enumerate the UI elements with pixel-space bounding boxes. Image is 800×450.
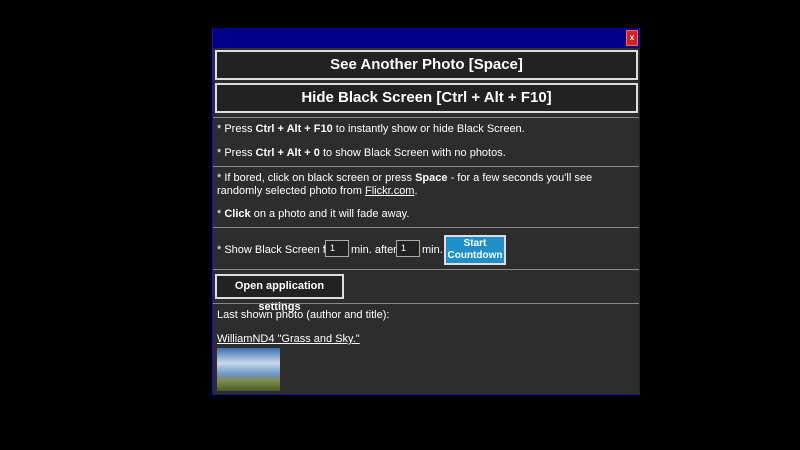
- divider: [213, 269, 639, 270]
- hide-black-screen-button[interactable]: Hide Black Screen [Ctrl + Alt + F10]: [215, 83, 638, 113]
- countdown-label: * Show Black Screen for: [217, 244, 336, 256]
- open-settings-button[interactable]: Open application settings: [215, 274, 344, 313]
- tip-bored: * If bored, click on black screen or pre…: [217, 172, 593, 197]
- start-countdown-button[interactable]: Start Countdown: [444, 235, 506, 265]
- start-label: Start: [463, 238, 487, 249]
- black-screen-panel: x See Another Photo [Space] Hide Black S…: [212, 28, 640, 395]
- flickr-link[interactable]: Flickr.com: [365, 185, 415, 197]
- last-photo-thumbnail[interactable]: [217, 348, 280, 391]
- tip-click: * Click on a photo and it will fade away…: [217, 208, 410, 220]
- divider: [213, 117, 639, 118]
- countdown-post-label: min.: [422, 244, 443, 256]
- divider: [213, 227, 639, 228]
- title-bar[interactable]: x: [213, 28, 639, 48]
- see-another-photo-button[interactable]: See Another Photo [Space]: [215, 50, 638, 80]
- countdown-label-text: Countdown: [447, 250, 503, 261]
- tip-toggle: * Press Ctrl + Alt + F10 to instantly sh…: [217, 123, 525, 135]
- tip-no-photos: * Press Ctrl + Alt + 0 to show Black Scr…: [217, 147, 506, 159]
- divider: [213, 166, 639, 167]
- close-button[interactable]: x: [626, 30, 638, 46]
- duration-input[interactable]: 1: [325, 240, 349, 257]
- last-photo-link[interactable]: WilliamND4 "Grass and Sky.": [217, 333, 360, 346]
- delay-input[interactable]: 1: [396, 240, 420, 257]
- last-photo-label: Last shown photo (author and title):: [217, 309, 390, 321]
- countdown-mid-label: min. after: [351, 244, 397, 256]
- divider: [213, 303, 639, 304]
